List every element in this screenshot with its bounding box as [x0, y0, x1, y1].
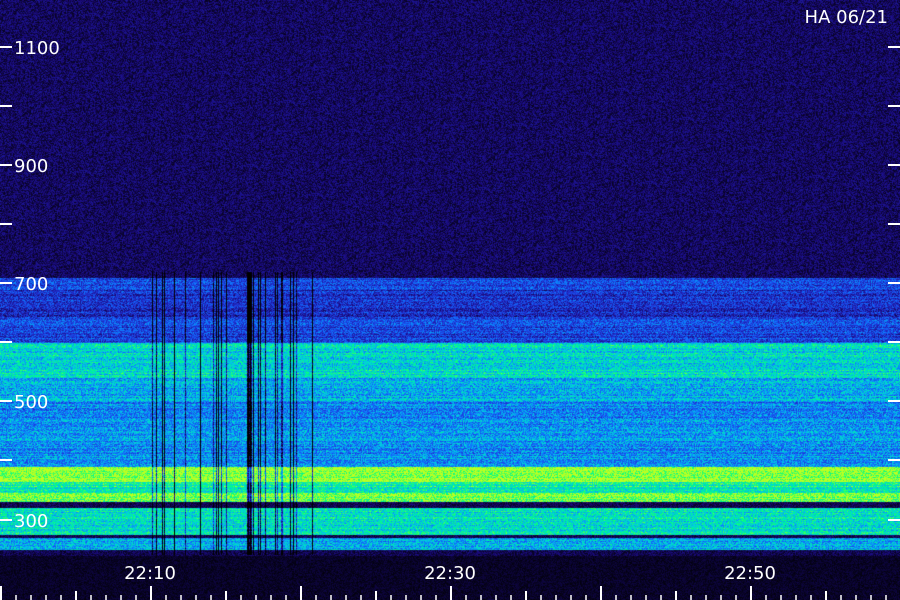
axis-overlay: 300 500 700 900 1100 22:10 22:30 22:50 HA 06/2…: [0, 7, 900, 600]
x-axis: 22:10 22:30 22:50: [0, 563, 887, 600]
x-tick-label: 22:50: [724, 563, 776, 584]
y-tick-label: 1100: [14, 38, 60, 59]
x-tick-label: 22:30: [424, 563, 476, 584]
x-tick-label: 22:10: [124, 563, 176, 584]
y-tick-label: 500: [14, 392, 48, 413]
y-tick-label: 300: [14, 511, 48, 532]
y-tick-label: 900: [14, 156, 48, 177]
y-axis-left: 300 500 700 900 1100: [0, 38, 60, 532]
y-tick-label: 700: [14, 274, 48, 295]
date-stamp: HA 06/21: [805, 7, 888, 28]
y-axis-right: [888, 46, 900, 521]
